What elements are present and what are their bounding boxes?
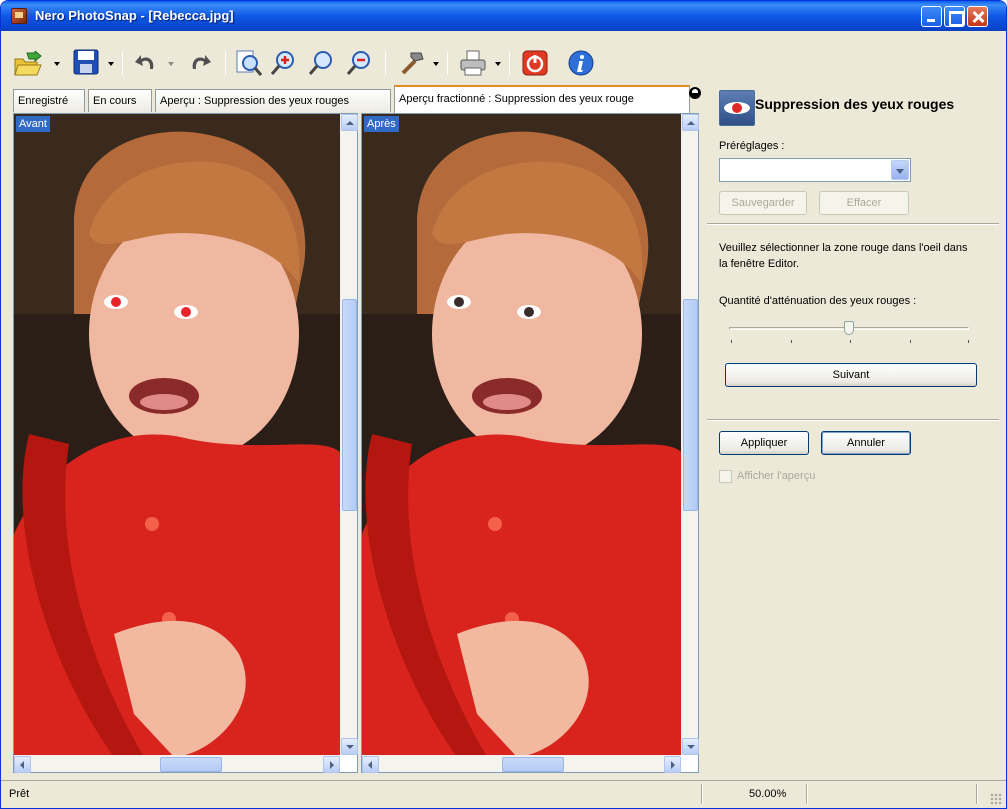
before-pane: Avant bbox=[13, 113, 358, 773]
before-horizontal-scrollbar[interactable] bbox=[14, 755, 340, 773]
presets-select[interactable] bbox=[719, 158, 911, 182]
before-vertical-scrollbar[interactable] bbox=[340, 114, 358, 755]
red-eye-panel: Suppression des yeux rouges Préréglages … bbox=[707, 85, 999, 773]
info-icon[interactable] bbox=[567, 49, 595, 77]
print-dropdown-arrow-icon[interactable] bbox=[495, 62, 502, 66]
window-title: Nero PhotoSnap - [Rebecca.jpg] bbox=[35, 8, 234, 23]
after-label: Après bbox=[364, 116, 399, 132]
cancel-button[interactable]: Annuler bbox=[821, 431, 911, 455]
close-button[interactable] bbox=[967, 6, 988, 27]
presets-label: Préréglages : bbox=[719, 140, 785, 152]
zoom-out-icon[interactable] bbox=[345, 49, 373, 77]
zoom-level: 50.00% bbox=[749, 788, 787, 800]
amount-slider-thumb[interactable] bbox=[844, 321, 854, 335]
app-logo-icon bbox=[11, 8, 27, 24]
tab-current[interactable]: En cours bbox=[88, 89, 152, 112]
scroll-up-button[interactable] bbox=[341, 114, 358, 131]
app-window: Nero PhotoSnap - [Rebecca.jpg] Enregistr… bbox=[0, 0, 1007, 809]
tools-icon[interactable] bbox=[397, 49, 425, 77]
after-image[interactable]: Après bbox=[362, 114, 681, 755]
redo-icon[interactable] bbox=[187, 49, 215, 77]
toolbar bbox=[1, 31, 1006, 85]
title-bar[interactable]: Nero PhotoSnap - [Rebecca.jpg] bbox=[1, 1, 1006, 31]
resize-grip-icon[interactable] bbox=[990, 793, 1002, 805]
tools-dropdown-arrow-icon[interactable] bbox=[433, 62, 440, 66]
red-eye-icon bbox=[719, 90, 755, 126]
chevron-down-icon[interactable] bbox=[891, 160, 909, 180]
before-label: Avant bbox=[16, 116, 50, 132]
amount-label: Quantité d'atténuation des yeux rouges : bbox=[719, 295, 917, 307]
scroll-thumb[interactable] bbox=[342, 299, 357, 511]
next-button[interactable]: Suivant bbox=[725, 363, 977, 387]
instruction-text: Veuillez sélectionner la zone rouge dans… bbox=[719, 242, 968, 270]
maximize-button[interactable] bbox=[944, 6, 965, 27]
tab-saved[interactable]: Enregistré bbox=[13, 89, 85, 112]
scroll-down-button[interactable] bbox=[341, 738, 358, 755]
exit-icon[interactable] bbox=[521, 49, 549, 77]
preview-checkbox[interactable] bbox=[719, 470, 732, 483]
undo-dropdown-arrow-icon[interactable] bbox=[168, 62, 175, 66]
after-vertical-scrollbar[interactable] bbox=[681, 114, 699, 755]
after-photo bbox=[362, 114, 681, 755]
zoom-fit-icon[interactable] bbox=[235, 49, 263, 77]
scroll-up-button[interactable] bbox=[682, 114, 699, 131]
before-image[interactable]: Avant bbox=[14, 114, 340, 755]
scroll-thumb[interactable] bbox=[683, 299, 698, 511]
save-icon[interactable] bbox=[73, 49, 101, 77]
apply-button[interactable]: Appliquer bbox=[719, 431, 809, 455]
minimize-button[interactable] bbox=[921, 6, 942, 27]
save-dropdown-arrow-icon[interactable] bbox=[108, 62, 115, 66]
view-tabs: Enregistré En cours Aperçu : Suppression… bbox=[9, 85, 699, 113]
tab-close-icon[interactable] bbox=[689, 87, 701, 99]
scroll-thumb[interactable] bbox=[160, 757, 222, 772]
panel-title: Suppression des yeux rouges bbox=[755, 96, 955, 112]
scroll-left-button[interactable] bbox=[362, 756, 379, 773]
tab-preview[interactable]: Aperçu : Suppression des yeux rouges bbox=[155, 89, 391, 112]
delete-preset-button[interactable]: Effacer bbox=[819, 191, 909, 215]
save-preset-button[interactable]: Sauvegarder bbox=[719, 191, 807, 215]
undo-icon[interactable] bbox=[133, 49, 161, 77]
after-pane: Après bbox=[361, 113, 699, 773]
after-horizontal-scrollbar[interactable] bbox=[362, 755, 681, 773]
preview-checkbox-label: Afficher l'aperçu bbox=[737, 470, 816, 482]
zoom-actual-icon[interactable] bbox=[307, 49, 335, 77]
scroll-right-button[interactable] bbox=[323, 756, 340, 773]
status-bar: Prêt 50.00% bbox=[1, 780, 1006, 808]
print-icon[interactable] bbox=[459, 49, 487, 77]
status-text: Prêt bbox=[9, 788, 30, 800]
open-icon[interactable] bbox=[13, 51, 42, 79]
tab-split-preview[interactable]: Aperçu fractionné : Suppression des yeux… bbox=[394, 85, 690, 113]
zoom-in-icon[interactable] bbox=[269, 49, 297, 77]
scroll-right-button[interactable] bbox=[664, 756, 681, 773]
scroll-down-button[interactable] bbox=[682, 738, 699, 755]
open-dropdown-arrow-icon[interactable] bbox=[54, 62, 61, 66]
scroll-left-button[interactable] bbox=[14, 756, 31, 773]
before-photo bbox=[14, 114, 340, 755]
scroll-thumb[interactable] bbox=[502, 757, 564, 772]
